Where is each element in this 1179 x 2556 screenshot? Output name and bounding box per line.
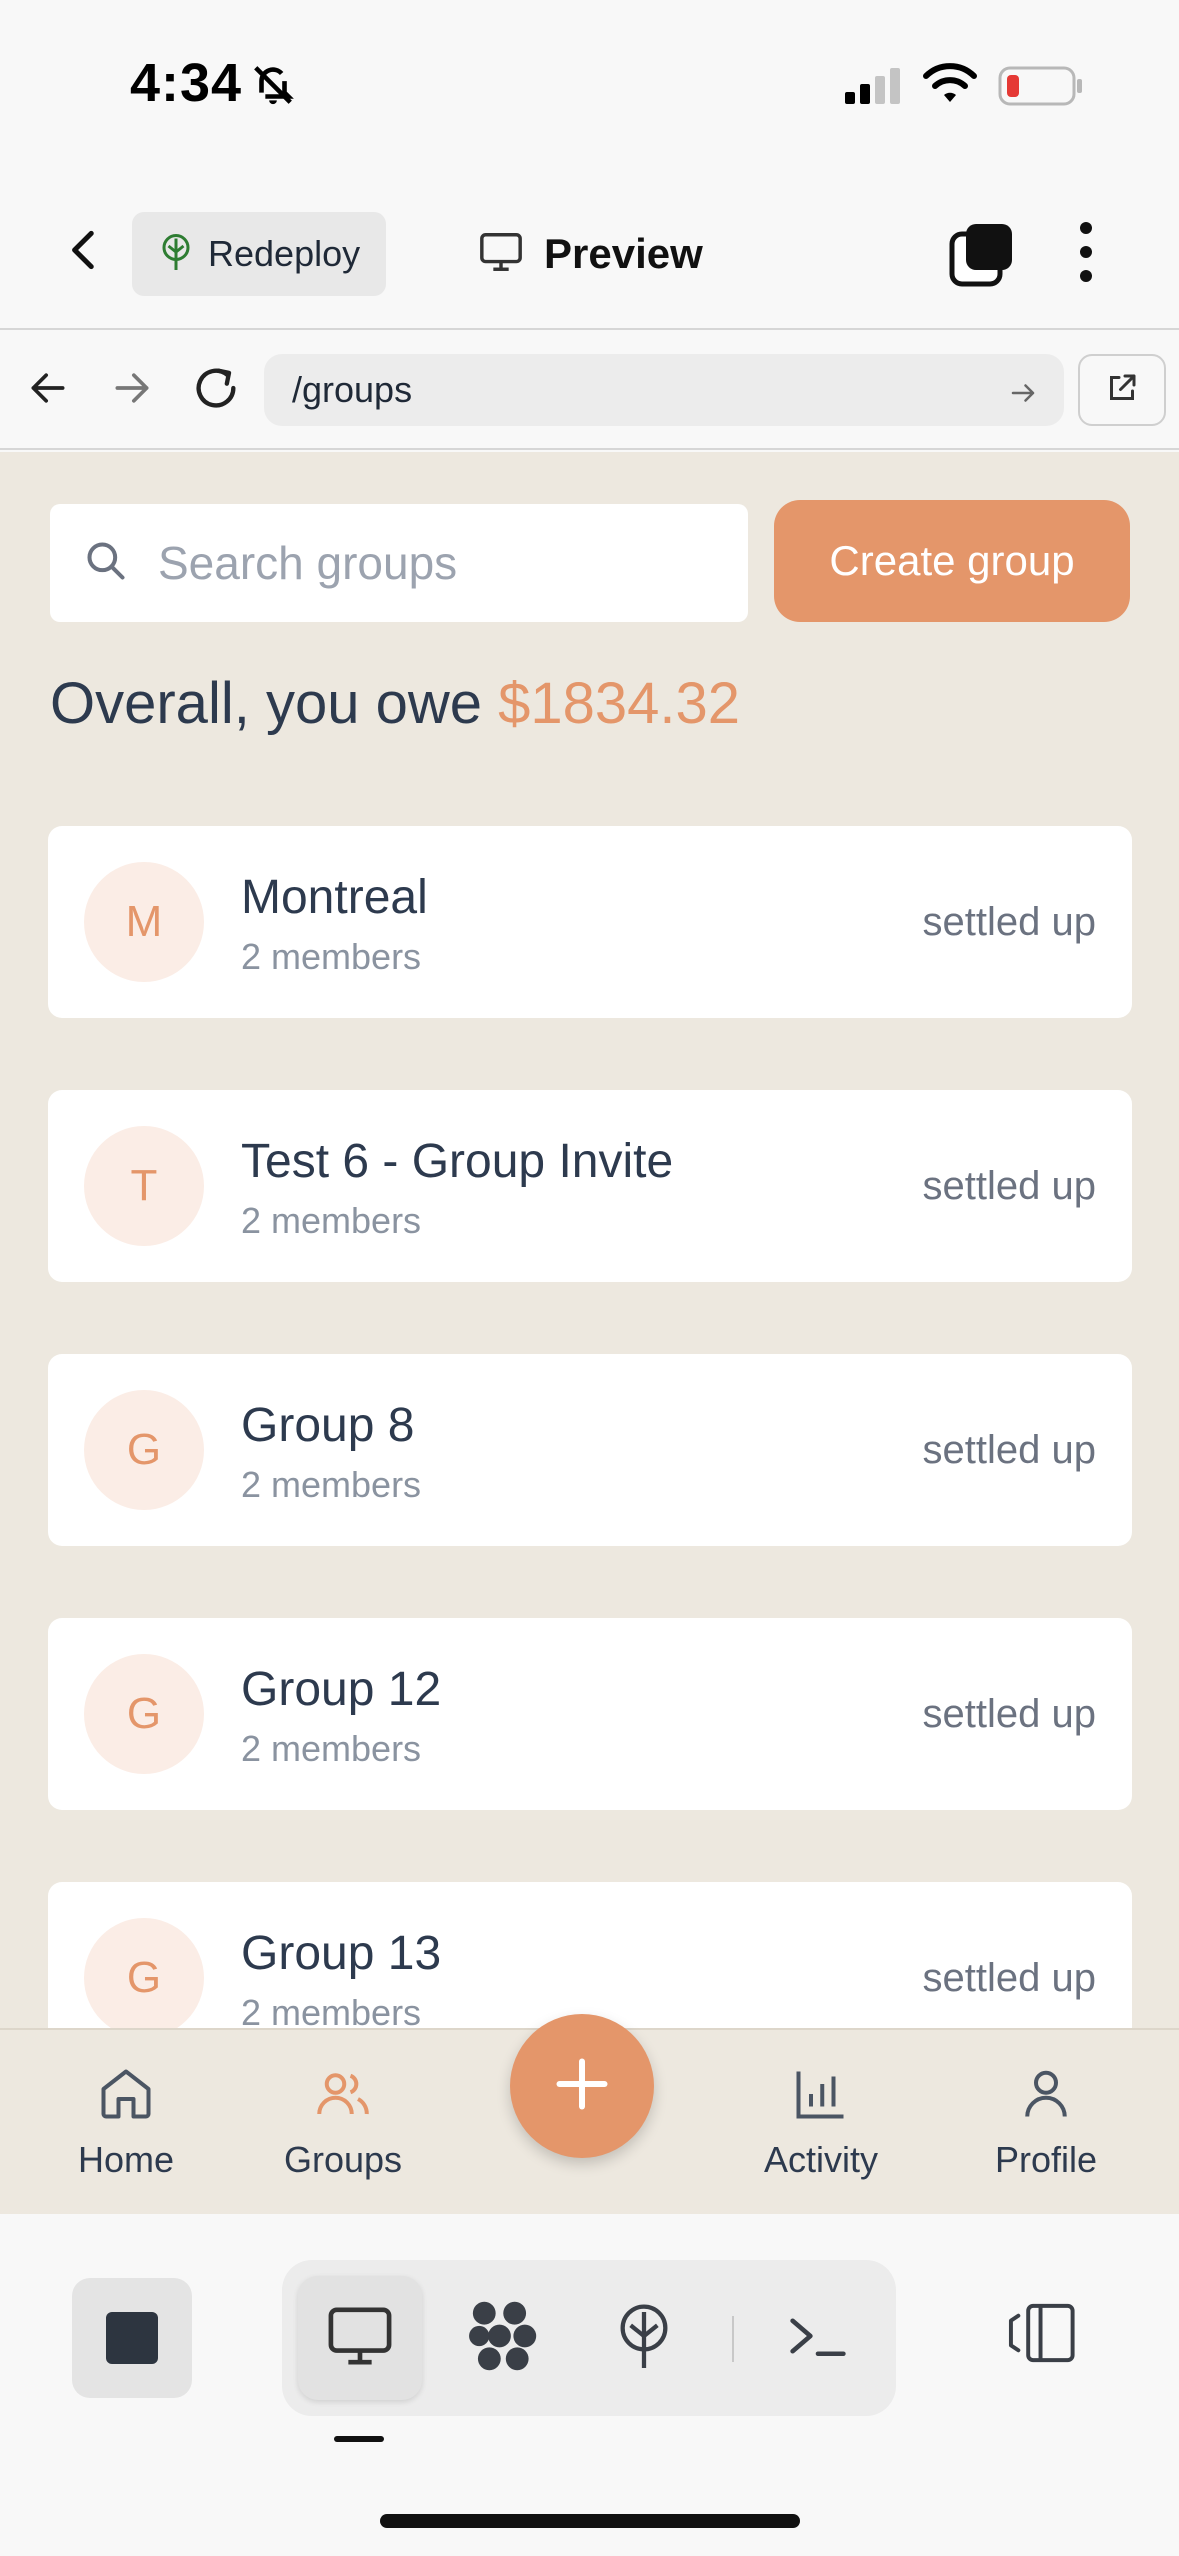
nav-groups-label: Groups [283, 2139, 403, 2180]
group-avatar: G [84, 1918, 204, 2028]
group-name: Test 6 - Group Invite [241, 1135, 674, 1188]
terminal-icon [785, 2308, 851, 2369]
preview-label: Preview [544, 230, 703, 277]
stop-button[interactable] [72, 2278, 192, 2398]
monitor-icon [478, 230, 524, 279]
top-toolbar: Redeploy Preview [0, 170, 1179, 330]
group-card[interactable]: G Group 8 2 members settled up [48, 1354, 1132, 1546]
cellular-signal-icon [843, 66, 903, 111]
nav-profile[interactable]: Profile [946, 2030, 1146, 2216]
group-members: 2 members [241, 1200, 422, 1241]
group-name: Montreal [241, 871, 428, 924]
group-avatar: G [84, 1654, 204, 1774]
group-name: Group 12 [241, 1663, 442, 1716]
preview-view-button[interactable] [298, 2276, 422, 2400]
redeploy-button[interactable]: Redeploy [132, 212, 386, 296]
users-icon [313, 2064, 373, 2129]
terminal-view-button[interactable] [756, 2276, 880, 2400]
group-name: Group 8 [241, 1399, 415, 1452]
active-tab-indicator [334, 2436, 384, 2442]
workflow-view-button[interactable] [440, 2276, 564, 2400]
arrow-right-icon[interactable] [110, 366, 154, 415]
user-icon [1016, 2064, 1076, 2129]
stop-square-icon [106, 2312, 158, 2364]
search-icon [84, 539, 128, 588]
monitor-icon [325, 2304, 395, 2373]
overall-amount: $1834.32 [498, 671, 741, 736]
back-chevron-icon[interactable] [60, 222, 110, 283]
url-text: /groups [292, 369, 413, 410]
search-groups-input[interactable]: Search groups [50, 504, 748, 622]
view-switcher [282, 2260, 896, 2416]
group-status: settled up [922, 1428, 1096, 1472]
browser-url-bar: /groups [0, 330, 1179, 450]
nav-activity-label: Activity [763, 2139, 878, 2180]
nav-activity[interactable]: Activity [721, 2030, 921, 2216]
add-expense-button[interactable] [510, 2014, 654, 2158]
tree-icon [612, 2300, 676, 2377]
status-bar: 4:34 [0, 0, 1179, 170]
wifi-icon [922, 62, 978, 111]
tool-divider [732, 2316, 734, 2362]
group-members: 2 members [241, 1992, 422, 2028]
group-members: 2 members [241, 936, 422, 977]
tabs-icon[interactable] [948, 222, 1014, 293]
search-placeholder: Search groups [158, 537, 458, 589]
group-card[interactable]: G Group 12 2 members settled up [48, 1618, 1132, 1810]
nav-home[interactable]: Home [26, 2030, 226, 2216]
group-avatar: G [84, 1390, 204, 1510]
group-card[interactable]: M Montreal 2 members settled up [48, 826, 1132, 1018]
status-time: 4:34 [130, 53, 243, 113]
web-content: Search groups Create group Overall, you … [0, 452, 1179, 2028]
preview-toggle[interactable]: Preview [478, 212, 703, 296]
create-group-button[interactable]: Create group [774, 500, 1130, 622]
group-members: 2 members [241, 1464, 422, 1505]
dev-dock [0, 2214, 1179, 2556]
panel-toggle-icon[interactable] [1006, 2300, 1080, 2371]
plus-icon [552, 2054, 612, 2119]
group-card[interactable]: T Test 6 - Group Invite 2 members settle… [48, 1090, 1132, 1282]
more-vertical-icon[interactable] [1074, 220, 1098, 289]
reload-icon[interactable] [190, 362, 242, 419]
nav-profile-label: Profile [994, 2139, 1098, 2180]
overall-prefix: Overall, you owe [50, 671, 482, 736]
group-avatar: T [84, 1126, 204, 1246]
group-avatar: M [84, 862, 204, 982]
group-status: settled up [922, 1692, 1096, 1736]
go-arrow-icon[interactable] [1008, 378, 1038, 413]
nodes-icon [464, 2298, 540, 2379]
bar-chart-icon [791, 2064, 851, 2129]
home-indicator[interactable] [380, 2514, 800, 2528]
group-name: Group 13 [241, 1927, 442, 1980]
deploy-view-button[interactable] [582, 2276, 706, 2400]
battery-low-icon [998, 66, 1084, 111]
group-status: settled up [922, 1956, 1096, 2000]
nav-groups[interactable]: Groups [243, 2030, 443, 2216]
open-external-button[interactable] [1078, 354, 1166, 426]
arrow-left-icon[interactable] [26, 366, 70, 415]
redeploy-label: Redeploy [208, 233, 361, 274]
nav-home-label: Home [77, 2139, 175, 2180]
url-input[interactable]: /groups [264, 354, 1064, 426]
bell-slash-icon [250, 62, 296, 113]
group-card[interactable]: G Group 13 2 members settled up [48, 1882, 1132, 2028]
external-link-icon [1104, 370, 1140, 411]
home-icon [96, 2064, 156, 2129]
group-members: 2 members [241, 1728, 422, 1769]
group-status: settled up [922, 900, 1096, 944]
group-status: settled up [922, 1164, 1096, 1208]
overall-balance: Overall, you owe $1834.32 [50, 670, 740, 737]
tree-icon [158, 232, 194, 277]
